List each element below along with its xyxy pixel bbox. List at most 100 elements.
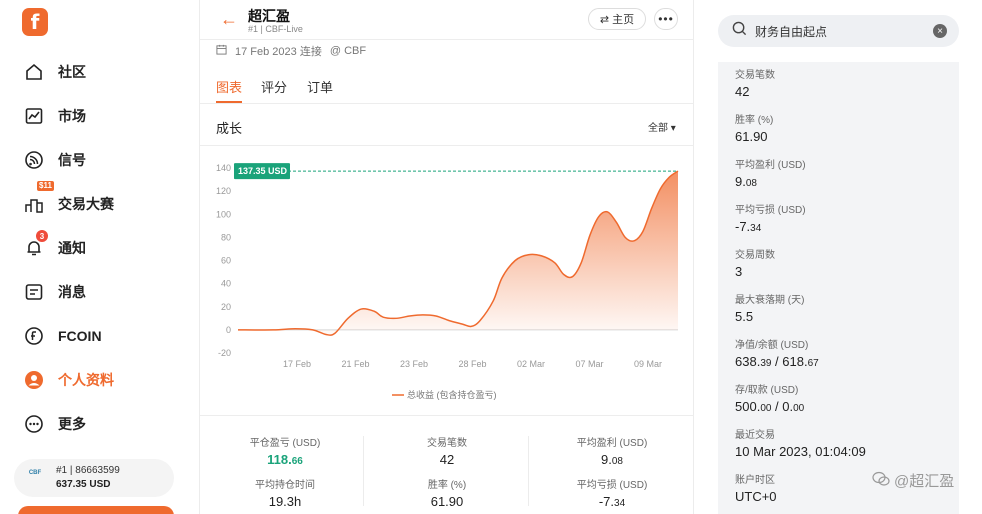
home-button[interactable]: ⇄ 主页 [588,8,646,30]
sidebar-item-label: 市场 [58,108,86,124]
x-tick-label: 21 Feb [341,359,369,369]
sidebar-item-community[interactable]: 社区 [24,59,86,85]
notification-badge: 3 [36,230,48,242]
message-icon [24,282,44,302]
broker-logo: CBF [28,470,42,476]
stat-trade-count: 交易笔数 42 [427,438,467,467]
growth-chart: 137.35 USD 140 120 100 80 60 40 20 0 -20 17 Feb 21… [200,146,694,416]
x-tick-label: 09 Mar [634,359,662,369]
sidebar-item-profile[interactable]: 个人资料 [24,367,114,393]
sidebar-item-label: 社区 [58,64,86,80]
x-tick-label: 17 Feb [283,359,311,369]
tab-chart[interactable]: 图表 [216,77,242,96]
sidebar-item-label: 通知 [58,240,86,256]
chart-area [238,171,678,336]
more-icon [24,414,44,434]
signal-icon [24,150,44,170]
sidebar-item-messages[interactable]: 消息 [24,279,86,305]
account-id: #1 | 86663599 [56,465,120,476]
sidebar-item-market[interactable]: 市场 [24,103,86,129]
y-tick-label: 60 [221,256,231,266]
account-meta: 17 Feb 2023 连接 @ CBF [216,43,366,59]
sidebar-item-notifications[interactable]: 3 通知 [24,230,86,261]
sidebar-item-label: 更多 [58,416,86,432]
detail-avg-profit: 平均盈利 (USD) 9.08 [735,160,806,189]
active-tab-indicator [216,101,242,103]
x-tick-label: 23 Feb [400,359,428,369]
y-tick-label: 100 [216,209,231,219]
y-tick-label: 0 [226,325,231,335]
search-icon [732,21,747,41]
divider [363,436,364,506]
sidebar-item-contest[interactable]: $11 交易大赛 [24,181,114,217]
growth-title: 成长 [216,121,243,136]
y-tick-label: 20 [221,302,231,312]
bell-icon: 3 [24,230,48,258]
detail-deposit-withdrawal: 存/取款 (USD) 500.00 / 0.00 [735,385,805,414]
more-options-button[interactable]: ••• [654,8,678,30]
stat-avg-hold-time: 平均持仓时间 19.3h [255,480,315,509]
growth-header: 成长 全部 ▾ [200,104,694,146]
tab-bar: 图表 评分 订单 [200,68,694,104]
chart-icon [24,106,44,126]
account-card[interactable]: CBF #1 | 86663599 637.35 USD [14,459,174,497]
x-tick-label: 07 Mar [575,359,603,369]
sidebar-item-label: 消息 [58,284,86,300]
sidebar-item-label: FCOIN [58,328,102,344]
clear-search-icon[interactable]: × [933,24,947,38]
podium-icon: $11 [24,181,54,214]
page-subtitle: #1 | CBF-Live [248,24,303,34]
calendar-icon [216,44,227,58]
y-tick-label: 140 [216,163,231,173]
range-filter-dropdown[interactable]: 全部 ▾ [648,119,676,134]
sidebar-item-more[interactable]: 更多 [24,411,86,437]
watermark: @超汇盈 [872,470,954,491]
search-input[interactable] [755,24,925,38]
tab-rating[interactable]: 评分 [261,77,287,96]
main-panel: ← 超汇盈 #1 | CBF-Live ⇄ 主页 ••• 17 Feb 2023… [200,0,694,514]
x-tick-label: 02 Mar [517,359,545,369]
account-balance: 637.35 USD [56,479,111,490]
detail-equity-balance: 净值/余额 (USD) 638.39 / 618.67 [735,340,819,369]
summary-stats: 平仓盈亏 (USD) 118.66 交易笔数 42 平均盈利 (USD) 9.0… [200,424,694,514]
detail-trading-weeks: 交易周数 3 [735,250,775,279]
stat-win-rate: 胜率 (%) 61.90 [427,480,467,509]
broker-name: @ CBF [329,45,367,57]
sidebar-item-signal[interactable]: 信号 [24,147,86,173]
ellipsis-icon: ••• [658,12,674,26]
legend-label[interactable]: 总收益 (包含持仓盈亏) [407,389,497,400]
x-tick-label: 28 Feb [458,359,486,369]
app-logo[interactable]: f [22,8,48,36]
connected-date: 17 Feb 2023 连接 [235,46,322,58]
user-icon [24,370,44,390]
page-header: ← 超汇盈 #1 | CBF-Live ⇄ 主页 ••• [200,0,694,40]
growth-chart-svg: 137.35 USD 140 120 100 80 60 40 20 0 -20 17 Feb 21… [216,163,679,400]
sidebar: f 社区 市场 信号 $11 交易大赛 3 通知 消息 FCOIN 个人资料 更… [0,0,200,514]
detail-max-drawdown-days: 最大衰落期 (天) 5.5 [735,295,805,324]
sidebar-item-label: 交易大赛 [58,196,114,212]
stat-avg-loss: 平均亏损 (USD) -7.34 [576,480,648,509]
detail-trade-count: 交易笔数 42 [735,70,775,99]
detail-last-trade: 最近交易 10 Mar 2023, 01:04:09 [735,430,866,459]
home-icon [24,62,44,82]
y-tick-label: 120 [216,186,231,196]
caret-down-icon: ▾ [670,123,676,134]
stat-avg-profit: 平均盈利 (USD) 9.08 [576,438,648,467]
search-bar: × [718,15,959,47]
y-tick-label: 40 [221,279,231,289]
tab-orders[interactable]: 订单 [307,77,333,96]
stat-closed-pnl: 平仓盈亏 (USD) 118.66 [249,438,321,467]
detail-win-rate: 胜率 (%) 61.90 [735,115,774,144]
wechat-icon [872,471,890,491]
current-value-label: 137.35 USD [238,166,288,176]
back-arrow-icon[interactable]: ← [220,9,238,30]
account-details-panel: 交易笔数 42 胜率 (%) 61.90 平均盈利 (USD) 9.08 平均亏… [718,62,959,514]
fcoin-icon [24,326,44,346]
sidebar-action-button[interactable] [18,506,174,514]
y-tick-label: 80 [221,232,231,242]
page-title: 超汇盈 [248,8,290,24]
sidebar-item-fcoin[interactable]: FCOIN [24,323,102,349]
contest-tag: $11 [37,181,54,191]
y-tick-label: -20 [218,348,231,358]
detail-avg-loss: 平均亏损 (USD) -7.34 [735,205,806,234]
